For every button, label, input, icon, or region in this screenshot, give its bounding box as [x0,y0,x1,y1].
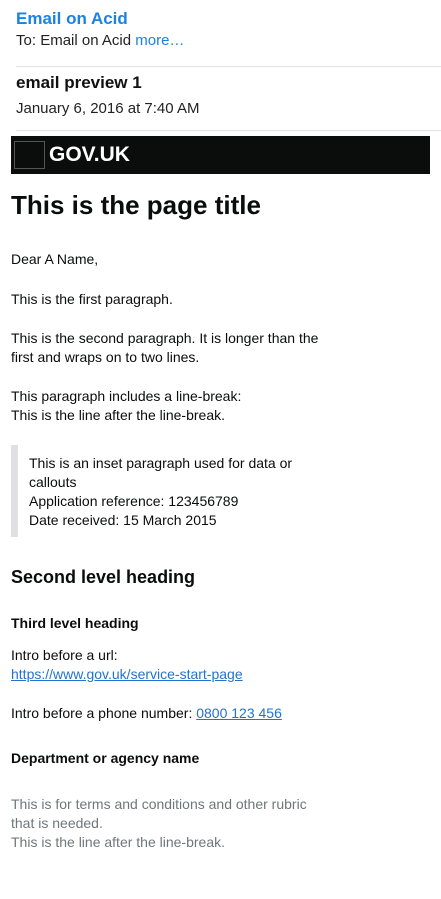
second-paragraph: This is the second paragraph. It is long… [11,329,341,367]
date-received: Date received: 15 March 2015 [29,512,217,528]
line-break-paragraph-line: This is the line after the line-break. [11,407,225,423]
page-title: This is the page title [11,190,261,220]
email-subject: email preview 1 [16,73,142,92]
first-paragraph: This is the first paragraph. [11,291,173,307]
sender-name[interactable]: Email on Acid [16,8,441,30]
more-recipients-link[interactable]: more… [135,32,184,49]
phone-block: Intro before a phone number: 0800 123 45… [11,704,282,723]
rubric-line: This is the line after the line-break. [11,834,225,850]
second-paragraph-line: This is the second paragraph. It is long… [11,330,319,346]
inset-callout: This is an inset paragraph used for data… [11,445,321,537]
inset-line: This is an inset paragraph used for data… [29,455,293,471]
to-label: To: [16,32,37,49]
inset-line: callouts [29,474,77,490]
application-reference: Application reference: 123456789 [29,493,239,509]
url-block: Intro before a url: https://www.gov.uk/s… [11,646,243,684]
line-break-paragraph: This paragraph includes a line-break: Th… [11,387,341,425]
service-start-link[interactable]: https://www.gov.uk/service-start-page [11,666,243,682]
govuk-header: GOV.UK [11,136,430,174]
phone-link[interactable]: 0800 123 456 [196,705,282,721]
divider [16,66,441,67]
salutation: Dear A Name, [11,251,99,267]
department-name: Department or agency name [11,750,200,766]
divider [16,130,441,131]
crown-logo-icon [14,141,45,169]
govuk-logo-text[interactable]: GOV.UK [49,141,130,169]
second-level-heading: Second level heading [11,567,196,587]
recipient-name[interactable]: Email on Acid [40,32,131,49]
mail-header: Email on Acid To: Email on Acid more… [16,8,441,52]
subject-block: email preview 1 January 6, 2016 at 7:40 … [16,72,199,120]
second-paragraph-line: first and wraps on to two lines. [11,349,200,365]
url-intro: Intro before a url: [11,647,118,663]
rubric: This is for terms and conditions and oth… [11,795,341,852]
phone-intro: Intro before a phone number: [11,705,193,721]
third-level-heading: Third level heading [11,615,139,631]
rubric-line: This is for terms and conditions and oth… [11,796,307,812]
rubric-line: that is needed. [11,815,103,831]
recipient-line: To: Email on Acid more… [16,30,441,52]
email-body: This is the page title [11,188,331,222]
email-date: January 6, 2016 at 7:40 AM [16,100,200,117]
line-break-paragraph-line: This paragraph includes a line-break: [11,388,242,404]
